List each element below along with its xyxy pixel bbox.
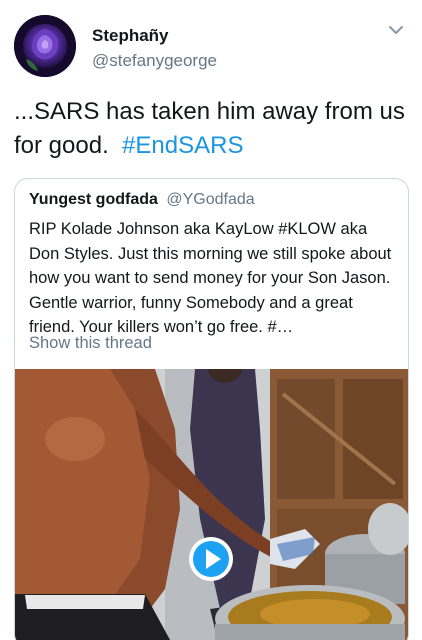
show-thread-link[interactable]: Show this thread	[29, 334, 152, 353]
chevron-down-icon[interactable]	[386, 24, 406, 38]
quoted-tweet-card[interactable]: Yungest godfada @YGodfada RIP Kolade Joh…	[14, 178, 409, 640]
user-handle[interactable]: @stefanygeorge	[92, 51, 217, 71]
quoted-user-handle[interactable]: @YGodfada	[166, 191, 254, 208]
play-icon[interactable]	[187, 535, 235, 583]
video-frame-image	[15, 369, 408, 640]
hashtag-link[interactable]: #EndSARS	[122, 132, 243, 159]
quoted-display-name[interactable]: Yungest godfada	[29, 191, 158, 208]
avatar[interactable]	[14, 15, 76, 77]
tweet-text: ...SARS has taken him away from us for g…	[14, 95, 409, 163]
quoted-tweet-header: Yungest godfada @YGodfada	[29, 191, 255, 209]
quoted-tweet-text: RIP Kolade Johnson aka KayLow #KLOW aka …	[29, 220, 392, 336]
video-thumbnail[interactable]	[15, 369, 408, 640]
display-name[interactable]: Stephañy	[92, 26, 169, 46]
